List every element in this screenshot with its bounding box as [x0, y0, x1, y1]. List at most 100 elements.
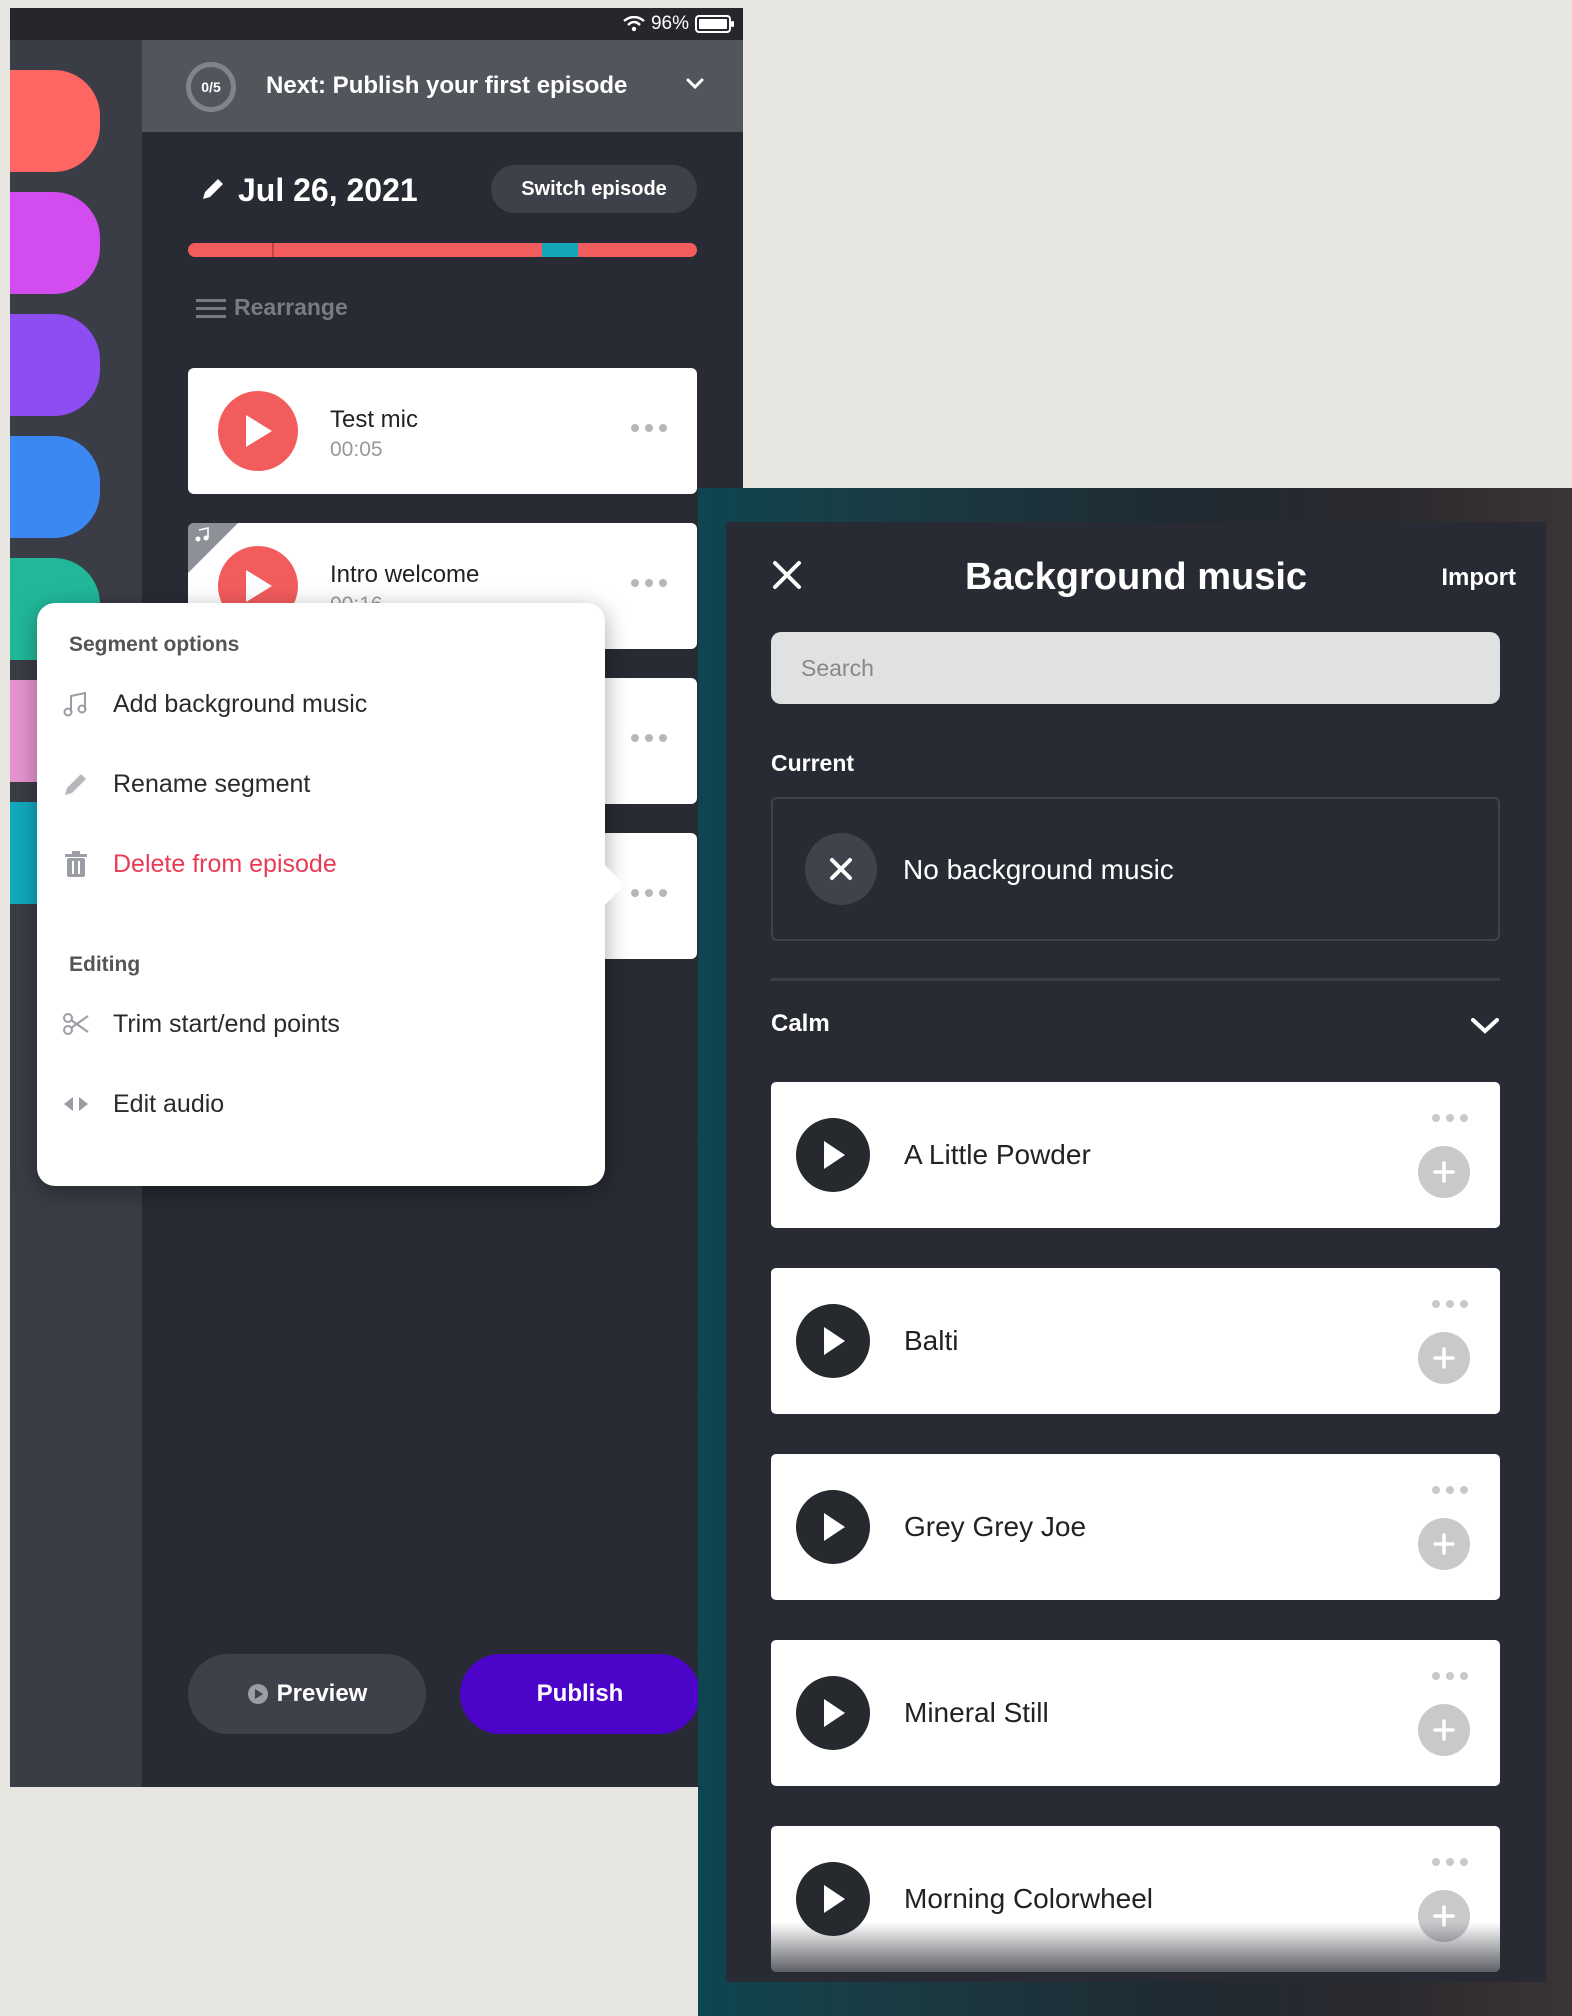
menu-item-label: Edit audio: [113, 1089, 225, 1118]
current-music-box: No background music: [771, 797, 1500, 941]
add-background-music-item[interactable]: Add background music: [61, 677, 581, 731]
background-music-modal: Background music Import Current No backg…: [726, 522, 1546, 1982]
menu-icon: [196, 298, 226, 318]
wifi-icon: [623, 16, 645, 32]
rearrange-label: Rearrange: [234, 294, 348, 320]
menu-item-label: Delete from episode: [113, 849, 337, 878]
menu-section-title: Segment options: [69, 633, 240, 656]
close-icon: [830, 858, 852, 880]
segment-duration: 00:05: [330, 438, 383, 461]
plus-icon: [1433, 1161, 1455, 1183]
more-options-icon[interactable]: [629, 418, 669, 438]
scissors-icon: [63, 1013, 89, 1035]
track-card[interactable]: Mineral Still: [771, 1640, 1500, 1786]
section-divider: [771, 978, 1500, 981]
track-play-button[interactable]: [796, 1490, 870, 1564]
battery-percent: 96%: [650, 13, 689, 34]
music-note-icon: [63, 691, 87, 717]
progress-count: 0/5: [201, 79, 221, 95]
play-icon: [246, 570, 272, 602]
more-options-icon[interactable]: [1430, 1854, 1470, 1870]
track-name: Balti: [904, 1325, 959, 1356]
track-play-button[interactable]: [796, 1304, 870, 1378]
menu-section-title: Editing: [69, 953, 141, 976]
next-step-text: Next: Publish your first episode: [266, 72, 628, 99]
add-track-button[interactable]: [1418, 1146, 1470, 1198]
track-play-button[interactable]: [796, 1118, 870, 1192]
track-card[interactable]: A Little Powder: [771, 1082, 1500, 1228]
play-icon: [824, 1885, 845, 1913]
add-track-button[interactable]: [1418, 1518, 1470, 1570]
play-icon: [824, 1513, 845, 1541]
next-step-banner[interactable]: 0/5 Next: Publish your first episode: [142, 40, 743, 132]
play-circle-icon: [247, 1684, 268, 1704]
track-name: A Little Powder: [904, 1139, 1091, 1170]
episode-timeline[interactable]: [188, 243, 697, 257]
chevron-down-icon[interactable]: [681, 70, 709, 98]
rename-segment-item[interactable]: Rename segment: [61, 757, 581, 811]
scroll-fade: [726, 1922, 1546, 1982]
timeline-divider: [272, 243, 274, 257]
rearrange-button[interactable]: Rearrange: [196, 294, 348, 321]
timeline-music-marker: [542, 243, 578, 257]
battery-icon: [695, 15, 734, 33]
pencil-icon: [65, 774, 86, 795]
more-options-icon[interactable]: [629, 883, 669, 903]
preview-label: Preview: [276, 1680, 368, 1707]
plus-icon: [1433, 1719, 1455, 1741]
add-track-button[interactable]: [1418, 1704, 1470, 1756]
more-options-icon[interactable]: [629, 728, 669, 748]
play-icon: [824, 1141, 845, 1169]
trim-item[interactable]: Trim start/end points: [61, 997, 581, 1051]
more-options-icon[interactable]: [1430, 1668, 1470, 1684]
modal-title: Background music: [964, 556, 1308, 598]
track-name: Grey Grey Joe: [904, 1511, 1087, 1542]
edit-audio-item[interactable]: Edit audio: [61, 1077, 581, 1131]
more-options-icon[interactable]: [629, 573, 669, 593]
current-music-value: No background music: [903, 854, 1174, 885]
episode-title[interactable]: Jul 26, 2021: [238, 172, 418, 209]
plus-icon: [1433, 1347, 1455, 1369]
sidebar-pill[interactable]: [10, 436, 100, 538]
plus-icon: [1433, 1533, 1455, 1555]
switch-episode-button[interactable]: Switch episode: [491, 165, 697, 213]
track-play-button[interactable]: [796, 1676, 870, 1750]
segment-card[interactable]: Test mic 00:05: [188, 368, 697, 494]
menu-item-label: Add background music: [113, 689, 368, 718]
more-options-icon[interactable]: [1430, 1110, 1470, 1126]
background-music-screen: Background music Import Current No backg…: [698, 488, 1572, 2016]
segment-title: Test mic: [330, 406, 419, 433]
track-name: Morning Colorwheel: [904, 1883, 1154, 1914]
import-button[interactable]: Import: [1441, 564, 1516, 592]
menu-item-label: Rename segment: [113, 769, 311, 798]
sidebar-pill[interactable]: [10, 192, 100, 294]
segment-options-menu: Segment options Add background music Ren…: [37, 603, 625, 1186]
sidebar-pill[interactable]: [10, 314, 100, 416]
search-input[interactable]: [771, 632, 1500, 704]
track-card[interactable]: Balti: [771, 1268, 1500, 1414]
segment-title: Intro welcome: [330, 561, 480, 588]
preview-button[interactable]: Preview: [188, 1654, 426, 1734]
track-card[interactable]: Grey Grey Joe: [771, 1454, 1500, 1600]
play-icon: [824, 1327, 845, 1355]
more-options-icon[interactable]: [1430, 1296, 1470, 1312]
status-bar: 96%: [10, 8, 743, 40]
play-icon: [246, 415, 272, 447]
segment-play-button[interactable]: [218, 391, 298, 471]
pencil-icon[interactable]: [198, 174, 228, 204]
sidebar-pill[interactable]: [10, 70, 100, 172]
music-note-icon: [195, 527, 209, 542]
add-track-button[interactable]: [1418, 1332, 1470, 1384]
play-icon: [824, 1699, 845, 1727]
track-name: Mineral Still: [904, 1697, 1049, 1728]
publish-button[interactable]: Publish: [460, 1654, 700, 1734]
delete-segment-item[interactable]: Delete from episode: [61, 837, 581, 891]
arrows-horizontal-icon: [64, 1097, 88, 1111]
category-label[interactable]: Calm: [771, 1010, 830, 1038]
more-options-icon[interactable]: [1430, 1482, 1470, 1498]
chevron-down-icon[interactable]: [1468, 1010, 1502, 1040]
menu-item-label: Trim start/end points: [113, 1009, 340, 1038]
trash-icon: [65, 851, 87, 877]
current-section-label: Current: [771, 750, 855, 776]
no-music-icon: [805, 833, 877, 905]
